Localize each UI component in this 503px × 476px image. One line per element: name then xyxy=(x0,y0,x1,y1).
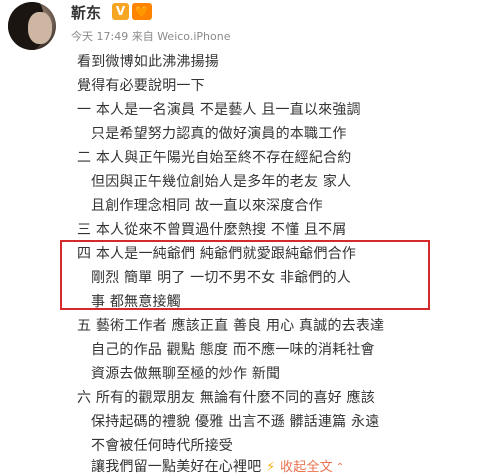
post-line: 但因與正午幾位創始人是多年的老友 家人 xyxy=(91,174,352,190)
post-line: 剛烈 簡單 明了 一切不男不女 非爺們的人 xyxy=(91,270,351,286)
post-line: 一 本人是一名演員 不是藝人 且一直以來強調 xyxy=(77,102,361,118)
author-name[interactable]: 靳东 xyxy=(71,2,101,23)
post-line: 保持起碼的禮貌 優雅 出言不遜 髒話連篇 永遠 xyxy=(91,414,380,430)
post-line: 且創作理念相同 故一直以來深度合作 xyxy=(91,198,323,214)
post-line: 看到微博如此沸沸揚揚 xyxy=(77,54,219,70)
post-line: 讓我們留一點美好在心裡吧 xyxy=(91,459,262,475)
post-last-line: 讓我們留一點美好在心裡吧 ⚡ 收起全文 ⌃ xyxy=(91,456,344,476)
post-line: 三 本人從來不曾買過什麼熱搜 不懂 且不屑 xyxy=(77,222,347,238)
post-line: 資源去做無聊至極的炒作 新聞 xyxy=(91,366,281,382)
post-meta: 今天 17:49 来自 Weico.iPhone xyxy=(71,30,231,43)
post-line: 不會被任何時代所接受 xyxy=(91,438,233,454)
lightning-icon: ⚡ xyxy=(266,460,276,475)
chevron-up-icon[interactable]: ⌃ xyxy=(336,462,345,473)
post-line: 二 本人與正午陽光自始至終不存在經紀合約 xyxy=(77,150,352,166)
collapse-text-link[interactable]: 收起全文 xyxy=(280,460,333,475)
post-line: 覺得有必要說明一下 xyxy=(77,78,205,94)
post-line: 事 都無意接觸 xyxy=(91,294,181,310)
post-line: 只是希望努力認真的做好演員的本職工作 xyxy=(91,126,347,142)
vip-badge-icon: 🧡 xyxy=(132,3,152,20)
post-line: 六 所有的觀眾朋友 無論有什麼不同的喜好 應該 xyxy=(77,390,375,406)
author-avatar[interactable] xyxy=(8,2,56,50)
post-line: 五 藝術工作者 應該正直 善良 用心 真誠的去表達 xyxy=(77,318,385,334)
post-line: 四 本人是一純爺們 純爺們就愛跟純爺們合作 xyxy=(77,246,357,262)
verified-badge-icon: V xyxy=(112,3,129,20)
post-line: 自己的作品 觀點 態度 而不應一味的消耗社會 xyxy=(91,342,375,358)
